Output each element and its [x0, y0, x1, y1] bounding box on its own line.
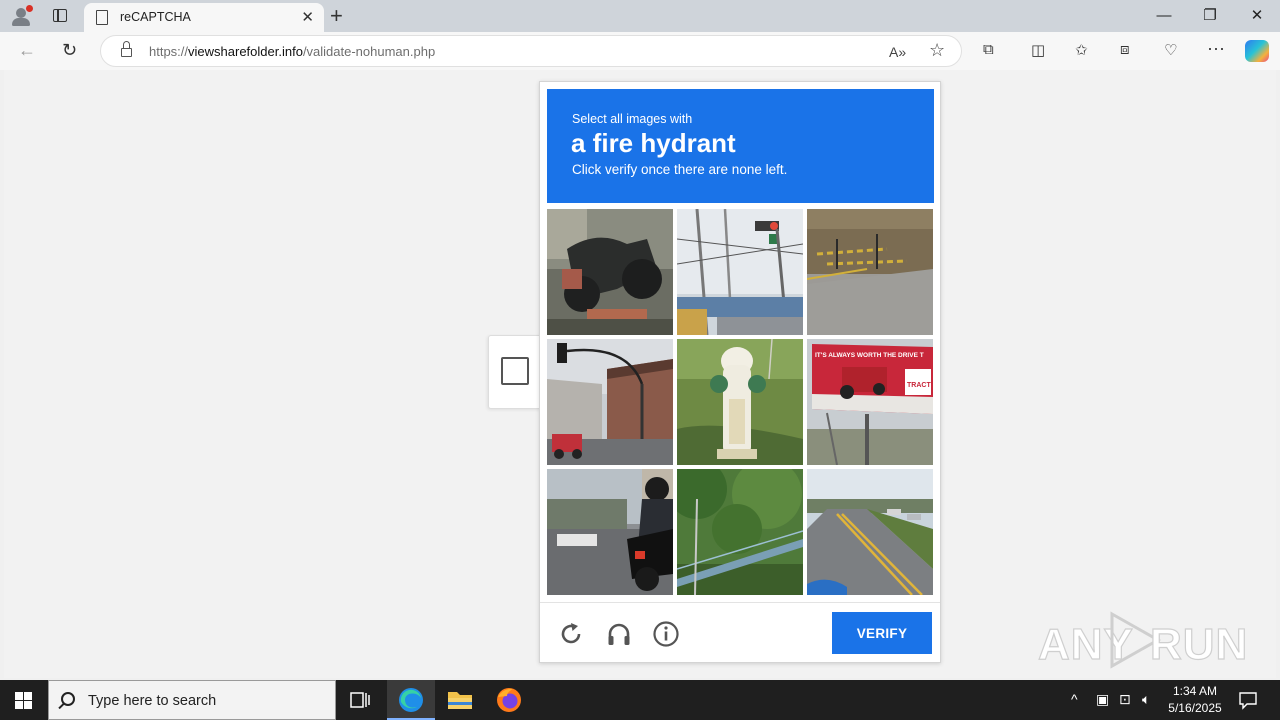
- volume-icon[interactable]: 🔈︎: [1142, 691, 1150, 708]
- info-icon[interactable]: [652, 620, 680, 648]
- image-tile-street-traffic-light[interactable]: [547, 339, 673, 465]
- meeting-icon[interactable]: ▣: [1096, 691, 1109, 708]
- show-hidden-icons[interactable]: ^: [1071, 691, 1078, 707]
- target-object-text: a fire hydrant: [571, 128, 736, 158]
- address-bar[interactable]: https://viewsharefolder.info/validate-no…: [100, 35, 962, 67]
- clock-time: 1:34 AM: [1172, 684, 1218, 698]
- instruction-note: Click verify once there are none left.: [572, 162, 788, 177]
- verify-button[interactable]: VERIFY: [832, 612, 932, 654]
- image-tile-highway[interactable]: [807, 469, 933, 595]
- read-aloud-icon[interactable]: A»: [889, 44, 906, 60]
- url-text[interactable]: https://viewsharefolder.info/validate-no…: [149, 44, 435, 59]
- image-tile-billboard[interactable]: IT'S ALWAYS WORTH THE DRIVE T TRACT: [807, 339, 933, 465]
- anyrun-watermark: ANY RUN: [1037, 608, 1248, 672]
- edge-taskbar-icon[interactable]: [387, 680, 435, 720]
- footer-divider: [540, 602, 940, 603]
- task-view-icon[interactable]: [336, 680, 384, 720]
- more-options-icon[interactable]: ···: [1207, 38, 1225, 59]
- taskbar: Type here to search ^ ▣ ⊡ 🔈︎ 1:34 AM 5/1…: [0, 680, 1280, 720]
- image-grid: IT'S ALWAYS WORTH THE DRIVE T TRACT: [547, 209, 935, 597]
- recaptcha-challenge: Select all images with a fire hydrant Cl…: [539, 81, 941, 663]
- refresh-icon[interactable]: ↻: [62, 40, 77, 61]
- windows-start-icon[interactable]: [15, 692, 32, 709]
- taskbar-clock[interactable]: 1:34 AM 5/16/2025: [1160, 683, 1230, 717]
- restore-icon[interactable]: ❐: [1187, 0, 1233, 32]
- browser-toolbar: ← ↻ https://viewsharefolder.info/validat…: [0, 32, 1280, 70]
- profile-icon[interactable]: [10, 5, 33, 27]
- image-tile-fire-hydrant[interactable]: [677, 339, 803, 465]
- collections-icon[interactable]: ⧈: [1120, 41, 1130, 58]
- billboard-text: IT'S ALWAYS WORTH THE DRIVE T: [815, 352, 924, 359]
- close-window-icon[interactable]: ✕: [1234, 0, 1280, 32]
- favorites-icon[interactable]: ✩: [1075, 41, 1088, 59]
- close-tab-icon[interactable]: ✕: [301, 8, 314, 26]
- notifications-icon[interactable]: [1238, 690, 1258, 710]
- extensions-icon[interactable]: ⧉: [983, 41, 994, 58]
- search-icon: [61, 692, 75, 706]
- lock-icon[interactable]: [121, 41, 132, 57]
- back-arrow-icon[interactable]: ←: [18, 40, 36, 61]
- file-explorer-icon[interactable]: [436, 680, 484, 720]
- tab-strip: reCAPTCHA ✕ + — ❐ ✕: [0, 0, 1280, 32]
- image-tile-motorcyclist[interactable]: [547, 469, 673, 595]
- firefox-icon[interactable]: [485, 680, 533, 720]
- instruction-text: Select all images with: [572, 112, 693, 126]
- page-icon: [96, 10, 108, 25]
- favorite-star-icon[interactable]: ☆: [929, 40, 945, 61]
- recaptcha-checkbox-panel: [488, 335, 542, 409]
- recaptcha-checkbox[interactable]: [501, 357, 529, 385]
- tab-title: reCAPTCHA: [120, 10, 191, 24]
- browser-tab[interactable]: reCAPTCHA ✕: [84, 3, 324, 32]
- new-tab-icon[interactable]: +: [330, 3, 343, 29]
- audio-challenge-icon[interactable]: [605, 620, 633, 648]
- minimize-icon[interactable]: —: [1141, 0, 1187, 32]
- copilot-icon[interactable]: [1245, 40, 1269, 62]
- billboard-brand: TRACT: [907, 382, 931, 389]
- browser-essentials-icon[interactable]: ♡: [1164, 41, 1177, 59]
- network-icon[interactable]: ⊡: [1119, 691, 1131, 708]
- image-tile-road-barrier[interactable]: [807, 209, 933, 335]
- taskbar-search-box[interactable]: Type here to search: [48, 680, 336, 720]
- challenge-header: Select all images with a fire hydrant Cl…: [547, 89, 934, 203]
- image-tile-motorcycle[interactable]: [547, 209, 673, 335]
- split-screen-icon[interactable]: ◫: [1031, 41, 1045, 59]
- tab-actions-icon[interactable]: [50, 7, 70, 25]
- image-tile-traffic-poles[interactable]: [677, 209, 803, 335]
- image-tile-bridge-trees[interactable]: [677, 469, 803, 595]
- clock-date: 5/16/2025: [1168, 701, 1222, 715]
- reload-challenge-icon[interactable]: [557, 620, 585, 648]
- search-placeholder: Type here to search: [88, 693, 217, 709]
